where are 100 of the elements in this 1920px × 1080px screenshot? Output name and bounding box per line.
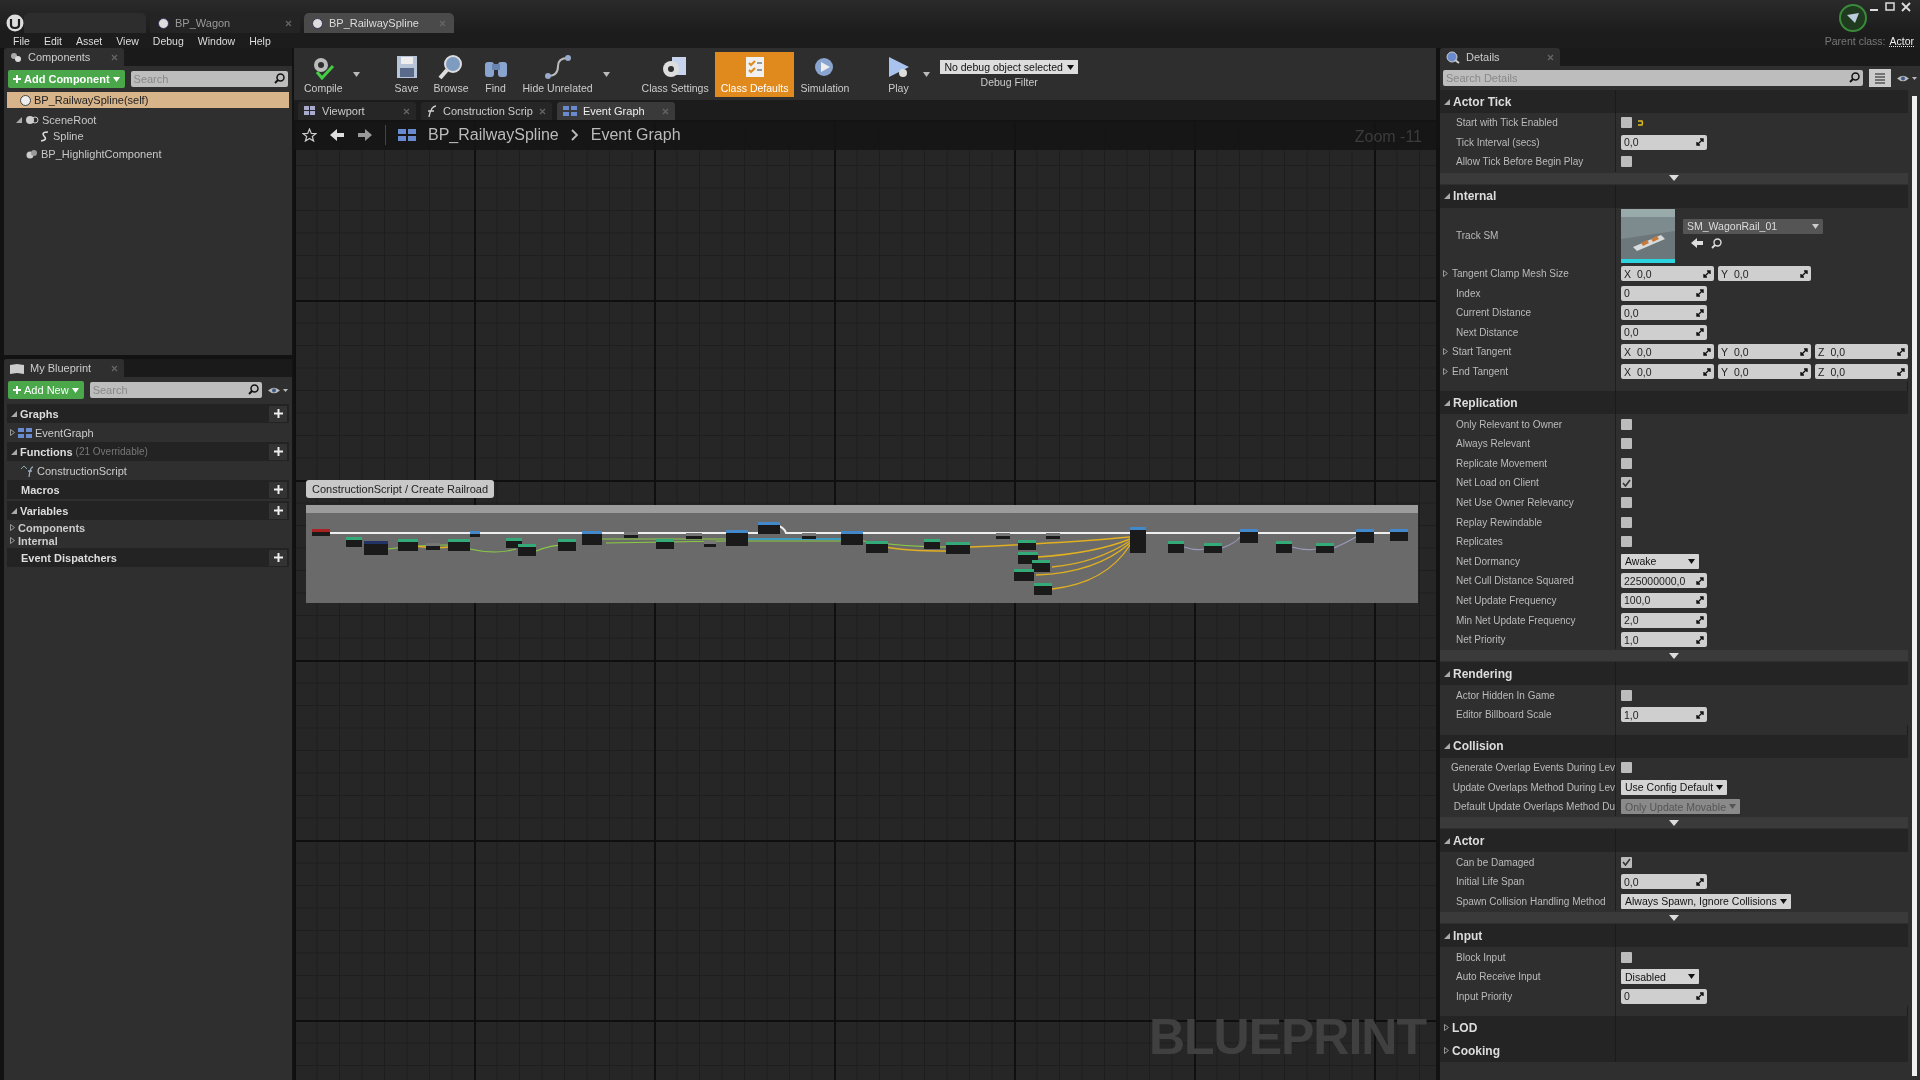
dropdown[interactable]: Always Spawn, Ignore Collisions [1621, 893, 1791, 909]
section-title[interactable]: Input [1453, 928, 1483, 943]
panel-tab[interactable]: Details [1440, 48, 1560, 66]
graph-node[interactable] [726, 530, 748, 546]
section-title[interactable]: Cooking [1452, 1043, 1500, 1058]
tree-item[interactable]: Spline [27, 128, 289, 144]
spin-arrows-icon[interactable] [1696, 289, 1704, 298]
number-field[interactable]: 225000000,0 [1621, 573, 1707, 589]
spin-arrows-icon[interactable] [1696, 596, 1704, 605]
spin-arrows-icon[interactable] [1696, 992, 1704, 1001]
graph-node[interactable] [1276, 541, 1292, 553]
checkbox[interactable] [1621, 761, 1632, 773]
panel-tab[interactable]: Components [4, 48, 124, 66]
spin-arrows-icon[interactable] [1696, 328, 1704, 337]
spin-arrows-icon[interactable] [1696, 308, 1704, 317]
checkbox[interactable] [1621, 438, 1632, 450]
category-item[interactable]: Components [18, 521, 86, 534]
search-icon[interactable] [1711, 237, 1722, 249]
graph-node[interactable] [1046, 533, 1060, 539]
menu-item[interactable]: Window [190, 34, 243, 47]
checkbox[interactable] [1621, 951, 1632, 963]
breadcrumb-link[interactable]: Event Graph [590, 126, 681, 144]
graph-node[interactable] [758, 522, 780, 534]
dropdown[interactable]: Disabled [1621, 969, 1699, 985]
graph-node[interactable] [704, 541, 716, 547]
section-title[interactable]: LOD [1452, 1020, 1478, 1035]
breadcrumb-link[interactable]: BP_RailwaySpline [428, 126, 559, 144]
advanced-toggle[interactable] [1440, 817, 1908, 829]
toolbar-button[interactable]: Compile [298, 51, 349, 97]
editor-tab[interactable]: Viewport [298, 102, 416, 120]
debug-object-dropdown[interactable]: No debug object selected [940, 60, 1078, 74]
checkbox[interactable] [1621, 689, 1632, 701]
section-title[interactable]: Rendering [1453, 666, 1513, 681]
graph-node[interactable] [996, 533, 1010, 539]
spin-arrows-icon[interactable] [1703, 347, 1711, 356]
scrollbar[interactable] [1912, 96, 1917, 1076]
tree-item[interactable]: BP_HighlightComponent [13, 146, 289, 162]
menu-item[interactable]: View [109, 34, 146, 47]
number-field[interactable]: 0,0 [1621, 324, 1707, 340]
use-arrow-icon[interactable] [1691, 237, 1703, 248]
back-arrow-icon[interactable] [329, 128, 345, 142]
list-item[interactable]: ConstructionScript [37, 464, 127, 477]
advanced-toggle[interactable] [1440, 650, 1908, 662]
parent-class-link[interactable]: Actor [1889, 34, 1914, 47]
number-field[interactable]: X 0,0 [1621, 266, 1714, 282]
comment-box[interactable] [306, 505, 1418, 603]
caret-icon[interactable] [923, 71, 931, 77]
graph-node[interactable] [582, 531, 602, 545]
eye-icon[interactable] [1897, 73, 1917, 83]
spin-arrows-icon[interactable] [1703, 269, 1711, 278]
advanced-toggle[interactable] [1440, 912, 1908, 924]
spin-arrows-icon[interactable] [1696, 710, 1704, 719]
spin-arrows-icon[interactable] [1800, 347, 1808, 356]
number-field[interactable]: Y 0,0 [1718, 266, 1811, 282]
toolbar-button[interactable]: Find [474, 51, 517, 97]
number-field[interactable]: 0 [1621, 285, 1707, 301]
number-field[interactable]: 0,0 [1621, 134, 1707, 150]
editor-tab[interactable]: Event Graph [556, 102, 675, 120]
panel-tab[interactable]: My Blueprint [4, 359, 124, 377]
number-field[interactable]: 2,0 [1621, 612, 1707, 628]
section-title[interactable]: Actor [1453, 833, 1485, 848]
star-icon[interactable] [302, 128, 317, 142]
toolbar-button[interactable]: Browse [427, 51, 475, 97]
section-title[interactable]: Actor Tick [1453, 94, 1512, 109]
number-field[interactable]: X 0,0 [1621, 364, 1714, 380]
checkbox[interactable] [1621, 856, 1632, 868]
tree-item[interactable]: BP_RailwaySpline(self) [7, 92, 289, 108]
graph-node[interactable] [1018, 540, 1036, 550]
checkbox[interactable] [1621, 457, 1632, 469]
checkbox[interactable] [1621, 536, 1632, 548]
graph-node[interactable] [686, 533, 702, 539]
number-field[interactable]: Z 0,0 [1815, 344, 1908, 360]
list-item[interactable]: EventGraph [35, 426, 94, 439]
graph-node[interactable] [1168, 541, 1184, 553]
toolbar-button[interactable]: Simulation [794, 51, 856, 97]
spin-arrows-icon[interactable] [1897, 347, 1905, 356]
menu-item[interactable]: Asset [69, 34, 110, 47]
checkbox[interactable] [1621, 156, 1632, 168]
spin-arrows-icon[interactable] [1800, 367, 1808, 376]
graph-node[interactable] [841, 531, 863, 545]
spin-arrows-icon[interactable] [1800, 269, 1808, 278]
dropdown[interactable]: Awake [1621, 553, 1699, 569]
toolbar-button[interactable]: Hide Unrelated [516, 51, 599, 97]
add-button[interactable] [269, 443, 287, 460]
toolbar-button[interactable]: Class Settings [635, 51, 715, 97]
section-title[interactable]: Replication [1453, 395, 1518, 410]
graph-node[interactable] [866, 541, 888, 553]
graph-node[interactable] [1032, 560, 1050, 572]
advanced-toggle[interactable] [1440, 172, 1908, 184]
number-field[interactable]: 1,0 [1621, 707, 1707, 723]
spin-arrows-icon[interactable] [1703, 367, 1711, 376]
graph-node[interactable] [470, 531, 480, 537]
caret-icon[interactable] [352, 71, 360, 77]
graph-node[interactable] [518, 544, 536, 556]
spin-arrows-icon[interactable] [1696, 877, 1704, 886]
number-field[interactable]: 0,0 [1621, 305, 1707, 321]
add-button[interactable] [269, 405, 287, 422]
graph-node[interactable] [1240, 529, 1258, 543]
category-item[interactable]: Internal [18, 534, 58, 547]
graph-node[interactable] [1014, 569, 1034, 581]
